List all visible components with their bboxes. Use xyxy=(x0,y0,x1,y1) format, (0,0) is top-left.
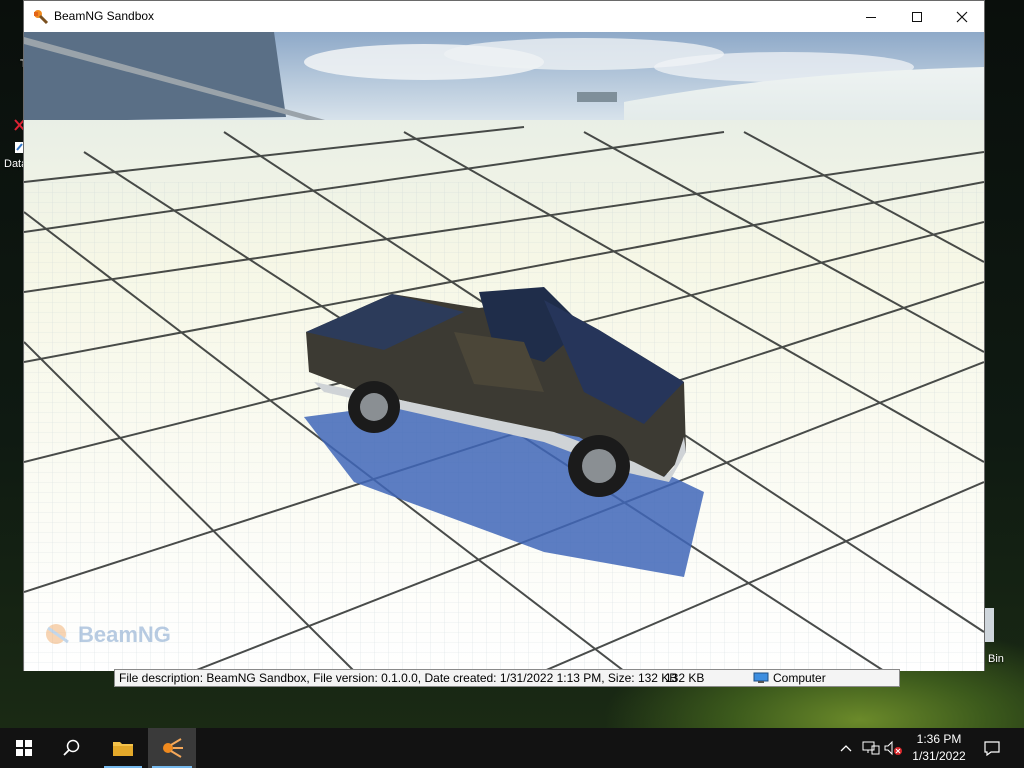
maximize-button[interactable] xyxy=(894,1,940,32)
search-button[interactable] xyxy=(48,728,96,768)
beamng-icon xyxy=(163,738,183,758)
beamng-taskbar-button[interactable] xyxy=(148,728,196,768)
action-center-button[interactable] xyxy=(980,728,1004,768)
start-button[interactable] xyxy=(0,728,48,768)
game-viewport[interactable]: BeamNG xyxy=(24,32,984,671)
computer-icon xyxy=(753,672,769,684)
search-icon xyxy=(63,739,80,756)
file-explorer-button[interactable] xyxy=(100,728,146,768)
beamng-app-icon xyxy=(32,8,50,26)
network-icon xyxy=(862,741,880,755)
file-location: Computer xyxy=(773,671,826,685)
watermark-text: BeamNG xyxy=(78,622,171,647)
recycle-bin-label[interactable]: Bin xyxy=(988,653,1004,665)
window-titlebar[interactable]: BeamNG Sandbox xyxy=(24,1,984,32)
show-hidden-icons-button[interactable] xyxy=(836,728,856,768)
taskbar: 1:36 PM 1/31/2022 xyxy=(0,728,1024,768)
file-description: File description: BeamNG Sandbox, File v… xyxy=(119,671,678,685)
file-info-tooltip: File description: BeamNG Sandbox, File v… xyxy=(114,669,900,687)
minimize-button[interactable] xyxy=(848,1,894,32)
notification-icon xyxy=(984,741,1000,756)
clock-time: 1:36 PM xyxy=(916,732,962,746)
folder-icon xyxy=(113,742,133,756)
taskbar-clock[interactable]: 1:36 PM 1/31/2022 xyxy=(906,731,972,765)
window-title: BeamNG Sandbox xyxy=(54,9,155,23)
volume-muted-icon xyxy=(884,740,902,756)
close-button[interactable] xyxy=(939,1,985,32)
volume-button[interactable] xyxy=(882,728,904,768)
windows-icon xyxy=(16,740,32,756)
network-button[interactable] xyxy=(860,728,882,768)
chevron-up-icon xyxy=(840,745,852,752)
clock-date: 1/31/2022 xyxy=(912,749,966,763)
recycle-bin-icon[interactable] xyxy=(984,608,994,642)
file-size: 132 KB xyxy=(665,671,705,685)
beamng-window: BeamNG Sandbox BeamNG xyxy=(23,0,985,671)
